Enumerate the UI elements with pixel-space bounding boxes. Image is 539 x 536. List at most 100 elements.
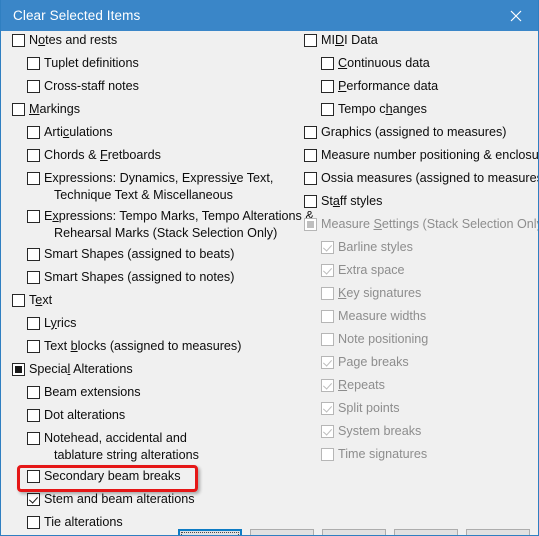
checkbox-system-breaks xyxy=(321,425,334,438)
checkbox-repeats xyxy=(321,379,334,392)
checkbox-notehead-accidental-and[interactable] xyxy=(27,432,40,445)
checkbox-row-markings[interactable]: Markings xyxy=(1,100,291,123)
focus-ring xyxy=(181,532,239,535)
checkbox-page-breaks xyxy=(321,356,334,369)
checkbox-row-note-positioning: Note positioning xyxy=(297,330,537,353)
all-button[interactable]: All xyxy=(394,529,458,535)
checkbox-performance-data[interactable] xyxy=(321,80,334,93)
checkbox-row-special-alterations[interactable]: Special Alterations xyxy=(1,360,291,383)
checkbox-secondary-beam-breaks[interactable] xyxy=(27,470,40,483)
checkbox-key-signatures xyxy=(321,287,334,300)
checkbox-text[interactable] xyxy=(12,294,25,307)
checkbox-row-text[interactable]: Text xyxy=(1,291,291,314)
checkbox-row-ossia-measures-assigned-to-measures[interactable]: Ossia measures (assigned to measures) xyxy=(297,169,538,192)
checkbox-label-extra-space: Extra space xyxy=(338,263,405,277)
checkbox-row-stem-and-beam-alterations[interactable]: Stem and beam alterations xyxy=(1,490,291,513)
checkbox-row-staff-styles[interactable]: Staff styles xyxy=(297,192,537,215)
checkbox-row-articulations[interactable]: Articulations xyxy=(1,123,291,146)
checkbox-row-notes-and-rests[interactable]: Notes and rests xyxy=(1,31,291,54)
checkbox-continuous-data[interactable] xyxy=(321,57,334,70)
checkbox-row-chords-fretboards[interactable]: Chords & Fretboards xyxy=(1,146,291,169)
checkbox-measure-number-positioning-enclosures[interactable] xyxy=(304,149,317,162)
checkbox-beam-extensions[interactable] xyxy=(27,386,40,399)
checkbox-label-smart-shapes-assigned-to-beats: Smart Shapes (assigned to beats) xyxy=(44,247,235,261)
checkbox-row-midi-data[interactable]: MIDI Data xyxy=(297,31,537,54)
checkbox-label-text-blocks-assigned-to-measures: Text blocks (assigned to measures) xyxy=(44,339,242,353)
checkbox-row-smart-shapes-assigned-to-notes[interactable]: Smart Shapes (assigned to notes) xyxy=(1,268,291,291)
checkbox-barline-styles xyxy=(321,241,334,254)
close-button[interactable] xyxy=(493,0,538,31)
checkbox-row-expressions-dynamics-expressive-text[interactable]: Expressions: Dynamics, Expressive Text, T… xyxy=(1,169,291,207)
checkbox-label-time-signatures: Time signatures xyxy=(338,447,428,461)
checkbox-row-key-signatures: Key signatures xyxy=(297,284,537,307)
checkbox-row-lyrics[interactable]: Lyrics xyxy=(1,314,291,337)
checkbox-label-repeats: Repeats xyxy=(338,378,385,392)
window-title: Clear Selected Items xyxy=(13,8,141,23)
checkbox-stem-and-beam-alterations[interactable] xyxy=(27,493,40,506)
checkbox-expressions-tempo-marks-tempo-alterations[interactable] xyxy=(27,210,40,223)
checkbox-label-notehead-accidental-and: Notehead, accidental and tablature string… xyxy=(44,431,199,462)
checkbox-graphics-assigned-to-measures[interactable] xyxy=(304,126,317,139)
checkbox-row-continuous-data[interactable]: Continuous data xyxy=(297,54,537,77)
checkbox-label-measure-number-positioning-enclosures: Measure number positioning & enclosures xyxy=(321,148,539,162)
help-button[interactable]: Help xyxy=(466,529,530,535)
checkbox-label-split-points: Split points xyxy=(338,401,400,415)
checkbox-dot-alterations[interactable] xyxy=(27,409,40,422)
checkbox-row-text-blocks-assigned-to-measures[interactable]: Text blocks (assigned to measures) xyxy=(1,337,291,360)
clear-selected-items-dialog: Clear Selected Items Notes and rests Tupl… xyxy=(0,0,539,536)
checkbox-smart-shapes-assigned-to-beats[interactable] xyxy=(27,248,40,261)
checkbox-notes-and-rests[interactable] xyxy=(12,34,25,47)
dialog-button-bar: OK Cancel None All Help xyxy=(1,529,538,535)
checkbox-row-cross-staff-notes[interactable]: Cross-staff notes xyxy=(1,77,291,100)
checkbox-cross-staff-notes[interactable] xyxy=(27,80,40,93)
checkbox-label-dot-alterations: Dot alterations xyxy=(44,408,126,422)
checkbox-row-smart-shapes-assigned-to-beats[interactable]: Smart Shapes (assigned to beats) xyxy=(1,245,291,268)
checkbox-row-page-breaks: Page breaks xyxy=(297,353,537,376)
checkbox-label-beam-extensions: Beam extensions xyxy=(44,385,141,399)
checkbox-special-alterations[interactable] xyxy=(12,363,25,376)
checkbox-text-blocks-assigned-to-measures[interactable] xyxy=(27,340,40,353)
checkbox-row-notehead-accidental-and[interactable]: Notehead, accidental and tablature string… xyxy=(1,429,291,467)
checkbox-row-dot-alterations[interactable]: Dot alterations xyxy=(1,406,291,429)
checkbox-row-measure-number-positioning-enclosures[interactable]: Measure number positioning & enclosures xyxy=(297,146,539,169)
checkbox-row-system-breaks: System breaks xyxy=(297,422,537,445)
checkbox-row-performance-data[interactable]: Performance data xyxy=(297,77,537,100)
checkbox-split-points xyxy=(321,402,334,415)
checkbox-row-tempo-changes[interactable]: Tempo changes xyxy=(297,100,537,123)
checkbox-markings[interactable] xyxy=(12,103,25,116)
checkbox-row-measure-settings-stack-selection-only: Measure Settings (Stack Selection Only) xyxy=(297,215,538,238)
checkbox-row-expressions-tempo-marks-tempo-alterations[interactable]: Expressions: Tempo Marks, Tempo Alterati… xyxy=(1,207,314,245)
checkbox-ossia-measures-assigned-to-measures[interactable] xyxy=(304,172,317,185)
checkbox-label-page-breaks: Page breaks xyxy=(338,355,409,369)
cancel-button[interactable]: Cancel xyxy=(250,529,314,535)
checkbox-articulations[interactable] xyxy=(27,126,40,139)
checkbox-lyrics[interactable] xyxy=(27,317,40,330)
checkbox-label-smart-shapes-assigned-to-notes: Smart Shapes (assigned to notes) xyxy=(44,270,235,284)
checkbox-label-special-alterations: Special Alterations xyxy=(29,362,133,376)
checkbox-staff-styles[interactable] xyxy=(304,195,317,208)
close-icon xyxy=(510,10,522,22)
checkbox-extra-space xyxy=(321,264,334,277)
checkbox-tie-alterations[interactable] xyxy=(27,516,40,529)
ok-button[interactable]: OK xyxy=(178,529,242,535)
checkbox-row-graphics-assigned-to-measures[interactable]: Graphics (assigned to measures) xyxy=(297,123,537,146)
checkbox-chords-fretboards[interactable] xyxy=(27,149,40,162)
checkbox-label-performance-data: Performance data xyxy=(338,79,439,93)
checkbox-expressions-dynamics-expressive-text[interactable] xyxy=(27,172,40,185)
checkbox-row-repeats: Repeats xyxy=(297,376,537,399)
checkbox-smart-shapes-assigned-to-notes[interactable] xyxy=(27,271,40,284)
checkbox-tempo-changes[interactable] xyxy=(321,103,334,116)
checkbox-midi-data[interactable] xyxy=(304,34,317,47)
checkbox-row-tuplet-definitions[interactable]: Tuplet definitions xyxy=(1,54,291,77)
checkbox-row-beam-extensions[interactable]: Beam extensions xyxy=(1,383,291,406)
checkbox-label-note-positioning: Note positioning xyxy=(338,332,429,346)
checkbox-label-midi-data: MIDI Data xyxy=(321,33,378,47)
none-button[interactable]: None xyxy=(322,529,386,535)
checkbox-row-secondary-beam-breaks[interactable]: Secondary beam breaks xyxy=(1,467,291,490)
checkbox-tuplet-definitions[interactable] xyxy=(27,57,40,70)
checkbox-label-lyrics: Lyrics xyxy=(44,316,77,330)
checkbox-label-text: Text xyxy=(29,293,53,307)
checkbox-label-notes-and-rests: Notes and rests xyxy=(29,33,118,47)
title-bar: Clear Selected Items xyxy=(1,0,538,31)
checkbox-label-barline-styles: Barline styles xyxy=(338,240,413,254)
